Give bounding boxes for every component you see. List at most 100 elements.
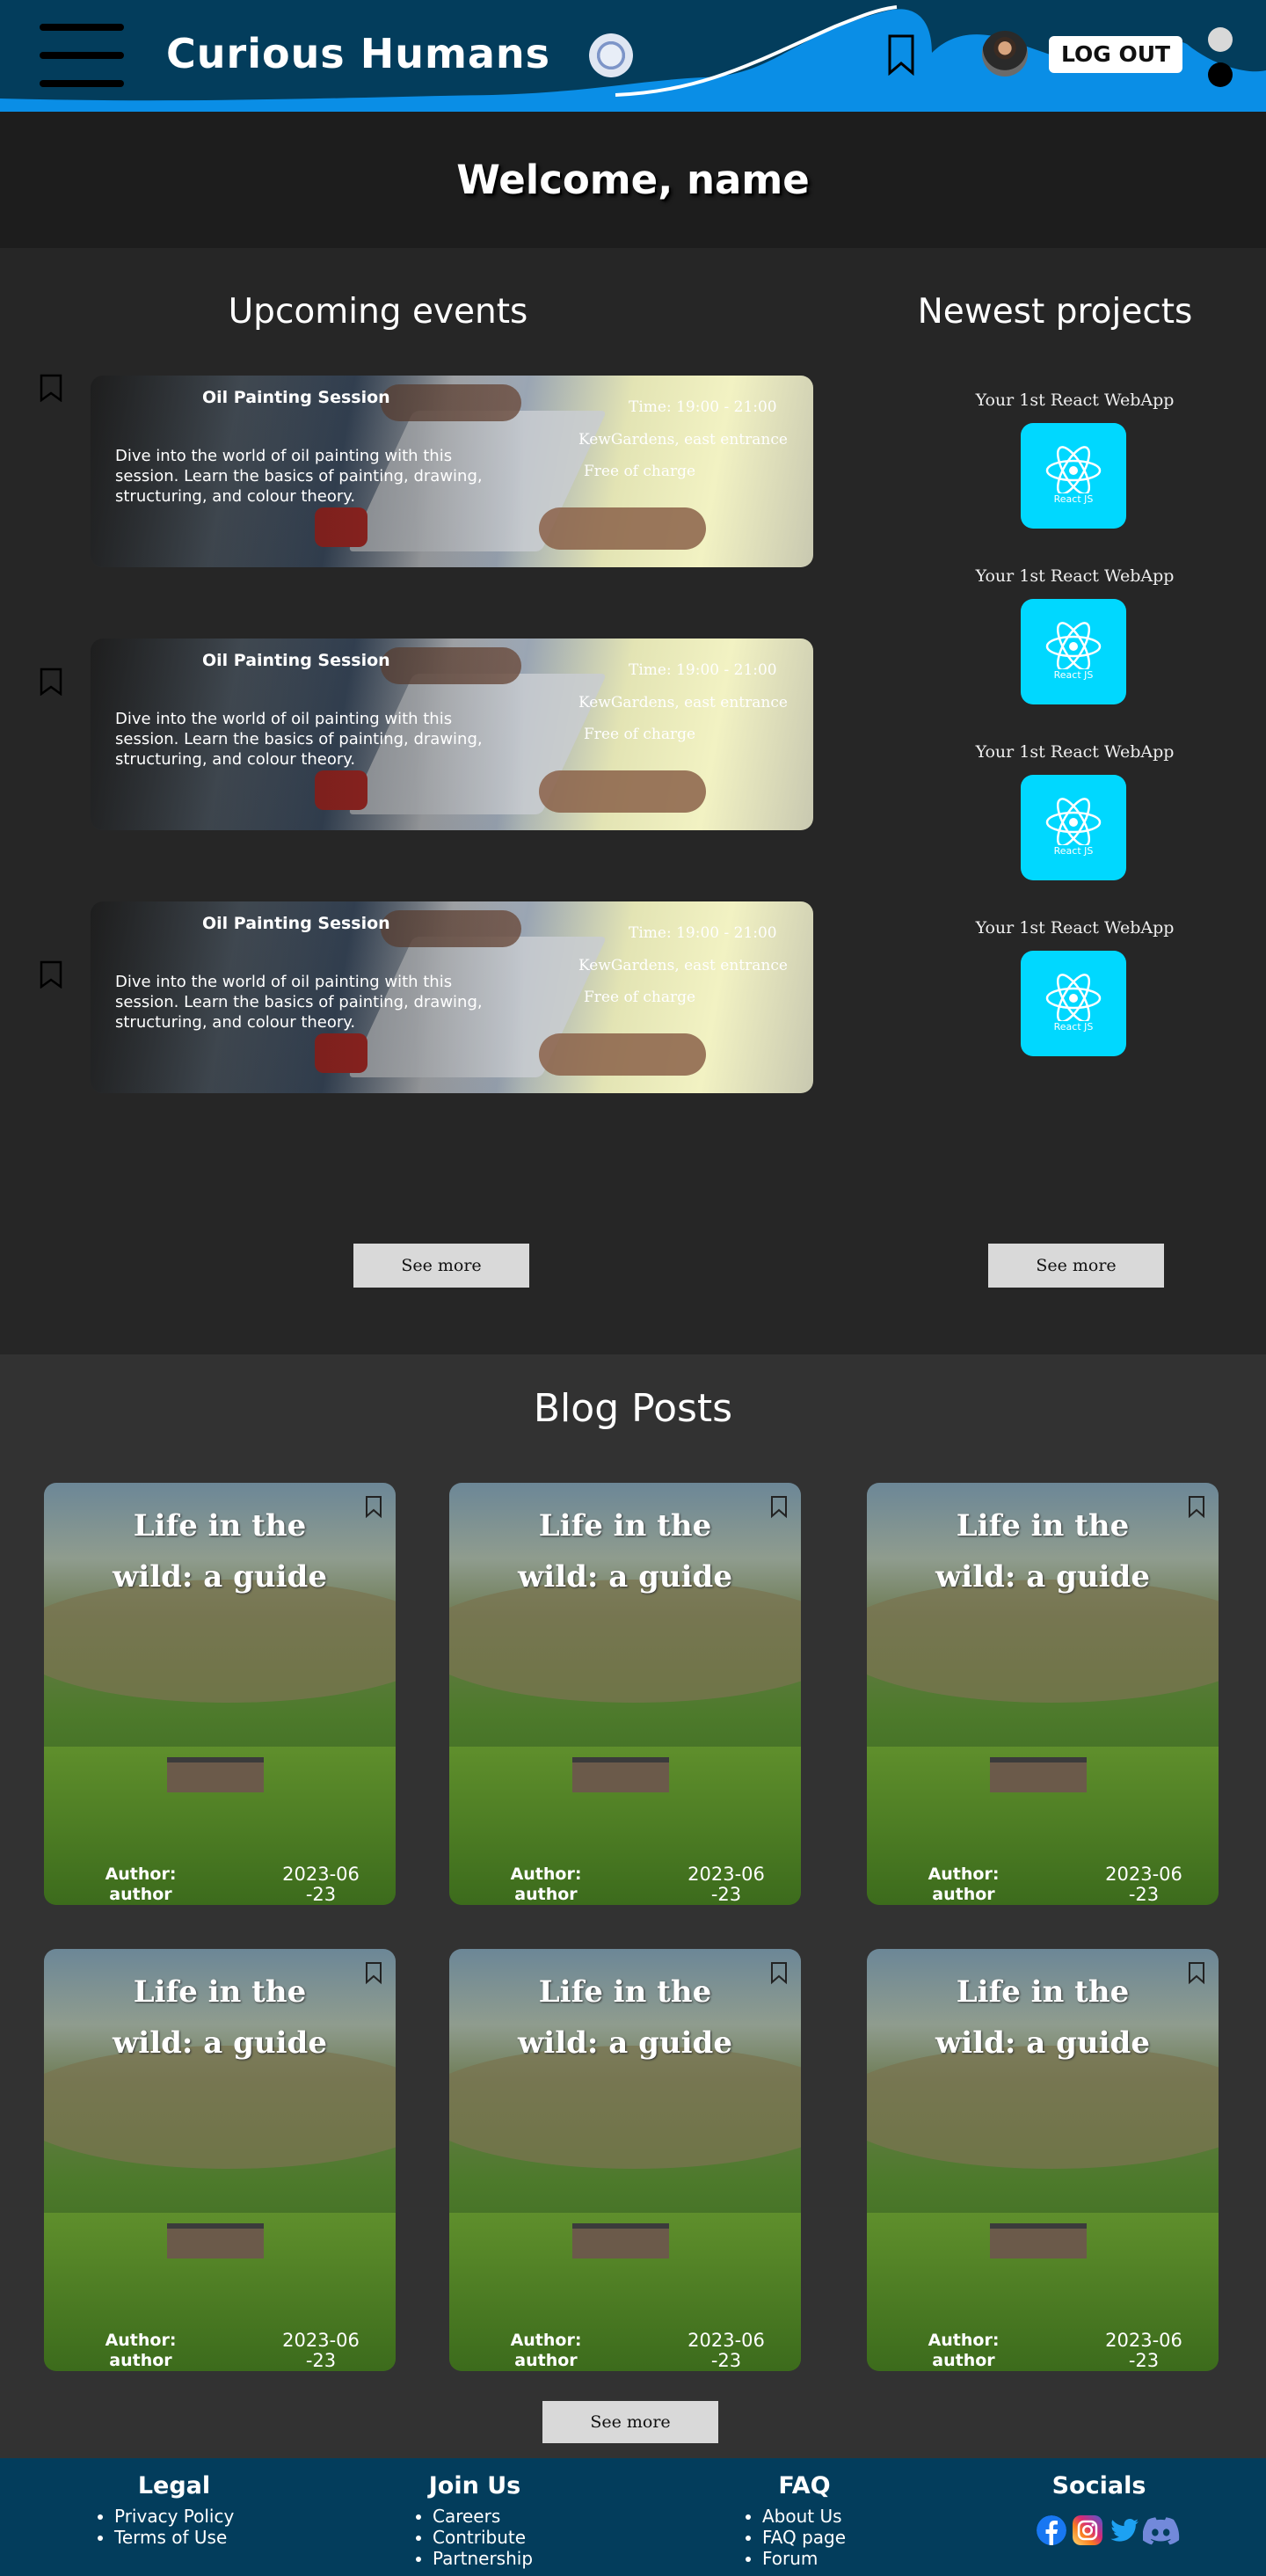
blog-post-date: 2023-06 -23 — [688, 2330, 765, 2371]
footer-link-partnership[interactable]: Partnership — [433, 2548, 536, 2569]
blog-post-card[interactable]: Life in the wild: a guide Author: author 2… — [867, 1949, 1219, 2371]
event-time: Time: 19:00 - 21:00 — [629, 398, 777, 416]
event-title: Oil Painting Session — [202, 914, 390, 933]
footer-legal: Legal Privacy Policy Terms of Use — [95, 2472, 253, 2548]
footer-link-careers[interactable]: Careers — [433, 2506, 536, 2527]
react-logo-icon — [1045, 974, 1102, 1023]
cabin-photo — [167, 2223, 264, 2259]
react-logo-icon — [1045, 622, 1102, 671]
blog-post-date: 2023-06 -23 — [1105, 1864, 1182, 1905]
blog-bookmark-icon[interactable] — [1188, 1961, 1205, 1984]
event-price: Free of charge — [584, 726, 696, 743]
logout-button[interactable]: LOG OUT — [1049, 36, 1182, 73]
cabin-photo — [167, 1757, 264, 1792]
blog-post-title: Life in the wild: a guide — [935, 1508, 1150, 1594]
project-label: Your 1st React WebApp — [975, 390, 1175, 410]
blog-post-title: Life in the wild: a guide — [518, 1974, 732, 2061]
avatar[interactable] — [982, 31, 1028, 77]
footer-join-heading: Join Us — [428, 2472, 521, 2499]
footer-link-forum[interactable]: Forum — [762, 2548, 866, 2569]
event-card[interactable]: Oil Painting Session Dive into the world… — [91, 901, 813, 1093]
blog-post-author: Author: author — [928, 1864, 1000, 1904]
footer-legal-heading: Legal — [137, 2472, 211, 2499]
site-logo-icon[interactable] — [589, 33, 633, 77]
footer-join: Join Us Careers Contribute Partnership — [413, 2472, 536, 2569]
blog-bookmark-icon[interactable] — [770, 1961, 788, 1984]
blog-bookmark-icon[interactable] — [1188, 1495, 1205, 1518]
blog-post-date: 2023-06 -23 — [282, 1864, 360, 1905]
blog-post-author: Author: author — [510, 2331, 582, 2370]
blog-bookmark-icon[interactable] — [365, 1961, 382, 1984]
footer-link-faq-page[interactable]: FAQ page — [762, 2527, 866, 2548]
react-logo-icon — [1045, 446, 1102, 495]
blog-post-date: 2023-06 -23 — [282, 2330, 360, 2371]
theme-toggle-dark-icon[interactable] — [1208, 62, 1233, 87]
blog-post-title: Life in the wild: a guide — [518, 1508, 732, 1594]
saved-bookmark-icon[interactable] — [887, 33, 915, 76]
blog-post-card[interactable]: Life in the wild: a guide Author: author 2… — [44, 1949, 396, 2371]
footer-link-privacy-policy[interactable]: Privacy Policy — [114, 2506, 253, 2527]
event-description: Dive into the world of oil painting with… — [115, 710, 483, 769]
footer-link-about-us[interactable]: About Us — [762, 2506, 866, 2527]
projects-see-more-button[interactable]: See more — [988, 1244, 1164, 1288]
blog-post-author: Author: author — [928, 2331, 1000, 2370]
site-header: Curious Humans LOG OUT — [0, 0, 1266, 112]
event-card[interactable]: Oil Painting Session Dive into the world… — [91, 639, 813, 830]
event-bookmark-icon[interactable] — [40, 374, 62, 402]
project-label: Your 1st React WebApp — [975, 742, 1175, 762]
blog-post-date: 2023-06 -23 — [688, 1864, 765, 1905]
facebook-icon[interactable] — [1037, 2515, 1066, 2545]
blog-post-card[interactable]: Life in the wild: a guide Author: author 2… — [449, 1483, 801, 1905]
projects-title: Newest projects — [917, 292, 1193, 332]
blog-bookmark-icon[interactable] — [770, 1495, 788, 1518]
project-tile[interactable]: React JS — [1021, 775, 1126, 880]
blog-post-card[interactable]: Life in the wild: a guide Author: author 2… — [44, 1483, 396, 1905]
footer-socials-heading: Socials — [1051, 2472, 1146, 2499]
theme-toggle-light-icon[interactable] — [1208, 27, 1233, 52]
event-description: Dive into the world of oil painting with… — [115, 973, 483, 1032]
event-bookmark-icon[interactable] — [40, 960, 62, 989]
event-title: Oil Painting Session — [202, 651, 390, 670]
project-icon-caption: React JS — [1053, 493, 1094, 505]
blog-post-title: Life in the wild: a guide — [113, 1974, 327, 2061]
footer-link-terms-of-use[interactable]: Terms of Use — [114, 2527, 253, 2548]
footer-faq: FAQ About Us FAQ page Forum — [743, 2472, 866, 2569]
blog-title: Blog Posts — [533, 1386, 733, 1431]
project-tile[interactable]: React JS — [1021, 599, 1126, 704]
event-time: Time: 19:00 - 21:00 — [629, 661, 777, 679]
footer-faq-heading: FAQ — [778, 2472, 831, 2499]
event-price: Free of charge — [584, 463, 696, 480]
event-card[interactable]: Oil Painting Session Dive into the world… — [91, 376, 813, 567]
blog-post-card[interactable]: Life in the wild: a guide Author: author 2… — [449, 1949, 801, 2371]
cabin-photo — [990, 1757, 1087, 1792]
event-description: Dive into the world of oil painting with… — [115, 447, 483, 506]
discord-icon[interactable] — [1143, 2515, 1180, 2545]
blog-post-author: Author: author — [105, 2331, 177, 2370]
footer-socials: Socials — [1037, 2472, 1160, 2500]
project-tile[interactable]: React JS — [1021, 951, 1126, 1056]
cabin-photo — [572, 2223, 669, 2259]
welcome-title: Welcome, name — [456, 157, 810, 203]
event-price: Free of charge — [584, 989, 696, 1006]
blog-bookmark-icon[interactable] — [365, 1495, 382, 1518]
instagram-icon[interactable] — [1073, 2515, 1102, 2545]
blog-post-date: 2023-06 -23 — [1105, 2330, 1182, 2371]
blog-see-more-button[interactable]: See more — [542, 2401, 718, 2443]
blog-post-title: Life in the wild: a guide — [935, 1974, 1150, 2061]
cabin-photo — [990, 2223, 1087, 2259]
event-location: KewGardens, east entrance — [578, 694, 788, 712]
event-bookmark-icon[interactable] — [40, 668, 62, 696]
footer-link-contribute[interactable]: Contribute — [433, 2527, 536, 2548]
twitter-icon[interactable] — [1110, 2515, 1139, 2545]
react-logo-icon — [1045, 798, 1102, 847]
project-tile[interactable]: React JS — [1021, 423, 1126, 529]
blog-section: Blog Posts Life in the wild: a guide Auth… — [0, 1354, 1266, 2458]
events-see-more-button[interactable]: See more — [353, 1244, 529, 1288]
blog-post-author: Author: author — [510, 1864, 582, 1904]
brand-title[interactable]: Curious Humans — [166, 30, 550, 77]
cabin-photo — [572, 1757, 669, 1792]
event-location: KewGardens, east entrance — [578, 431, 788, 449]
menu-hamburger-icon[interactable] — [40, 24, 124, 88]
blog-post-card[interactable]: Life in the wild: a guide Author: author 2… — [867, 1483, 1219, 1905]
blog-post-title: Life in the wild: a guide — [113, 1508, 327, 1594]
